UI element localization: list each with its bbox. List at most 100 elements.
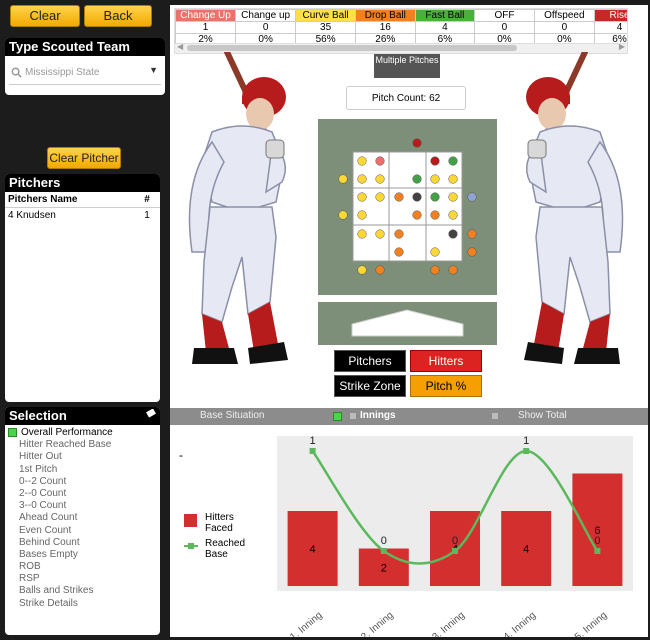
pitch-dot[interactable] [357, 156, 367, 166]
multiple-pitches-button[interactable]: Multiple Pitches [374, 54, 440, 78]
back-button[interactable]: Back [84, 5, 152, 27]
hitters-mode-button[interactable]: Hitters [410, 350, 482, 372]
tab-base-situation[interactable]: Base Situation [200, 410, 265, 421]
clear-pitcher-button[interactable]: Clear Pitcher [47, 147, 121, 169]
scroll-right-icon[interactable]: ▶ [619, 42, 625, 51]
x-tick-label: 2. Inning [359, 610, 395, 637]
selection-item[interactable]: Ahead Count [5, 512, 160, 524]
selection-item[interactable]: Strike Details [5, 598, 160, 610]
x-tick-label: 3. Inning [430, 610, 466, 637]
selection-item[interactable]: Hitter Out [5, 451, 160, 463]
line-point-reached-base[interactable] [594, 548, 601, 554]
pitch-type-header[interactable]: Change up [235, 9, 297, 22]
pitch-dot[interactable] [430, 247, 440, 257]
table-row[interactable]: 4 Knudsen 1 [5, 208, 160, 223]
pitch-dot[interactable] [448, 192, 458, 202]
pitch-type-header[interactable]: Rise [594, 9, 627, 22]
pitch-dot[interactable] [412, 192, 422, 202]
tab-show-total[interactable]: Show Total [518, 410, 567, 421]
selection-item[interactable]: RSP [5, 573, 160, 585]
line-point-reached-base[interactable] [380, 548, 387, 554]
selection-item[interactable]: 2--0 Count [5, 488, 160, 500]
scrollbar-thumb[interactable] [187, 45, 517, 51]
selection-item[interactable]: 1st Pitch [5, 464, 160, 476]
home-plate-area [318, 302, 497, 345]
pitch-type-header[interactable]: Fast Ball [414, 9, 476, 22]
line-point-reached-base[interactable] [523, 448, 530, 454]
pitch-dot[interactable] [357, 174, 367, 184]
pitch-dot[interactable] [448, 229, 458, 239]
pitch-dot[interactable] [375, 156, 385, 166]
selection-item-label: Overall Performance [21, 427, 113, 438]
team-select[interactable]: Mississippi State ▼ [9, 62, 161, 85]
pitch-type-header[interactable]: Drop Ball [354, 9, 416, 22]
selection-item[interactable]: Overall Performance [5, 427, 160, 439]
pitch-dot[interactable] [338, 174, 348, 184]
selection-item[interactable]: Balls and Strikes [5, 585, 160, 597]
pitch-dot[interactable] [448, 174, 458, 184]
pitch-count-cell: 0 [235, 21, 297, 34]
pitch-dot[interactable] [430, 210, 440, 220]
selection-item[interactable]: Behind Count [5, 537, 160, 549]
line-data-label: 1 [310, 435, 316, 447]
pitch-type-header[interactable]: Change Up [175, 9, 237, 22]
pitch-type-header[interactable]: Offspeed [533, 9, 596, 22]
tab-innings[interactable]: Innings [360, 410, 396, 421]
pitch-dot[interactable] [394, 229, 404, 239]
selection-item[interactable]: Hitter Reached Base [5, 439, 160, 451]
pitch-dot[interactable] [357, 265, 367, 275]
pitch-dot[interactable] [412, 138, 422, 148]
pitchers-mode-button[interactable]: Pitchers [334, 350, 406, 372]
scroll-left-icon[interactable]: ◀ [177, 42, 183, 51]
pitch-dot[interactable] [430, 265, 440, 275]
selection-title-text: Selection [9, 408, 67, 423]
selection-item[interactable]: Even Count [5, 525, 160, 537]
pitch-count-cell: 35 [295, 21, 356, 34]
line-point-reached-base[interactable] [309, 448, 316, 454]
bar-data-label: 4 [310, 544, 316, 556]
pitch-dot[interactable] [357, 229, 367, 239]
pitch-type-header[interactable]: OFF [474, 9, 535, 22]
pitch-dot[interactable] [430, 192, 440, 202]
pitch-type-header-row: Change Up Change up Curve Ball Drop Ball… [175, 9, 627, 22]
selection-item[interactable]: 0--2 Count [5, 476, 160, 488]
pitch-dot[interactable] [375, 229, 385, 239]
pitcher-name: 4 Knudsen [8, 210, 56, 221]
line-point-reached-base[interactable] [452, 548, 458, 554]
pitch-dot[interactable] [375, 192, 385, 202]
pitch-dot[interactable] [448, 156, 458, 166]
pitch-dot[interactable] [412, 174, 422, 184]
pitch-dot[interactable] [430, 156, 440, 166]
pitch-dot[interactable] [394, 247, 404, 257]
pitch-type-header[interactable]: Curve Ball [295, 9, 356, 22]
eraser-icon[interactable] [145, 409, 157, 419]
pitch-dot[interactable] [375, 174, 385, 184]
clear-button[interactable]: Clear [10, 5, 80, 27]
pitch-percent-button[interactable]: Pitch % [410, 375, 482, 397]
pitch-dot[interactable] [357, 192, 367, 202]
pitch-dot[interactable] [375, 265, 385, 275]
bar-data-label: 4 [523, 544, 529, 556]
selection-item[interactable]: ROB [5, 561, 160, 573]
active-indicator-icon [8, 427, 17, 437]
pitch-dot[interactable] [467, 229, 477, 239]
strike-zone-button[interactable]: Strike Zone [334, 375, 406, 397]
pitch-dot[interactable] [467, 192, 477, 202]
pitch-dot[interactable] [338, 210, 348, 220]
strike-zone-plot[interactable] [318, 119, 497, 295]
x-tick-label: 5. Inning [573, 610, 609, 637]
pitch-count-cell: 4 [594, 21, 627, 34]
pitch-dot[interactable] [467, 247, 477, 257]
pitchers-header-row: Pitchers Name # [5, 192, 160, 208]
pitch-dot[interactable] [394, 192, 404, 202]
selection-item[interactable]: 3--0 Count [5, 500, 160, 512]
pitch-dot[interactable] [448, 210, 458, 220]
pitch-dot[interactable] [412, 210, 422, 220]
show-total-indicator-icon [492, 413, 498, 419]
pitch-dot[interactable] [430, 174, 440, 184]
pitch-dot[interactable] [448, 265, 458, 275]
selection-item[interactable]: Bases Empty [5, 549, 160, 561]
selection-list: Overall Performance Hitter Reached Base … [5, 425, 160, 610]
line-data-label: 0 [594, 535, 600, 547]
pitch-dot[interactable] [357, 210, 367, 220]
